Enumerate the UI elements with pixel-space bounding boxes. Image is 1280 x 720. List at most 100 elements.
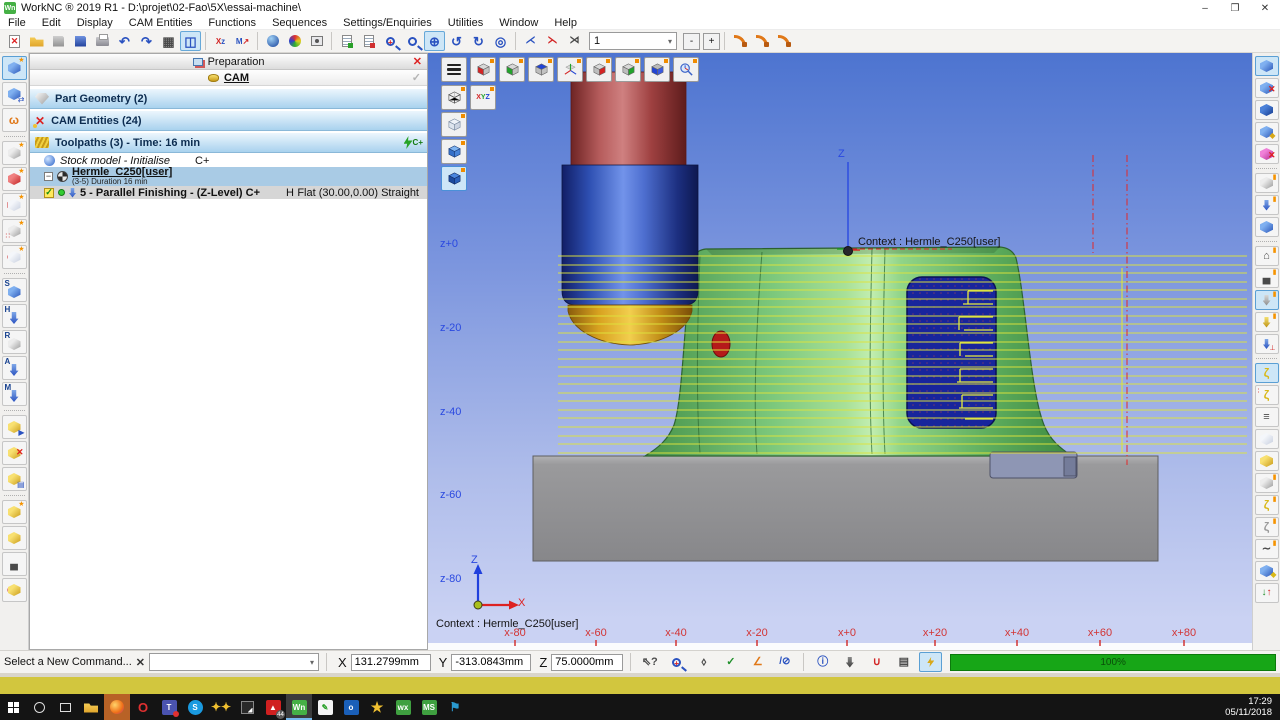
firefox-button[interactable]	[104, 694, 130, 720]
section-part-geometry[interactable]: Part Geometry (2)	[30, 88, 427, 109]
rotate-view-button[interactable]: ↺	[446, 31, 467, 51]
tab-cam[interactable]: CAM ✓	[30, 70, 427, 86]
stock-settings-button[interactable]: ◆	[1255, 122, 1279, 142]
toolpath-points-button[interactable]: ζ∶	[1255, 385, 1279, 405]
machine-arm-3-button[interactable]	[773, 31, 794, 51]
menu-file[interactable]: File	[8, 17, 26, 29]
editor-button[interactable]: ✎	[312, 694, 338, 720]
tool-on-part-button[interactable]: ▮	[1255, 195, 1279, 215]
view-iso-button[interactable]	[557, 57, 583, 82]
new-face-button[interactable]: ★	[2, 193, 27, 217]
acrobat-button[interactable]: ▲44	[260, 694, 286, 720]
viewport-3d[interactable]: XYZ Context : Hermle_C250[user] Z z+0 z-…	[428, 53, 1252, 650]
menu-help[interactable]: Help	[554, 17, 577, 29]
toolholder-display-button[interactable]: ▮	[1255, 290, 1279, 310]
new-toolpath-button[interactable]: ★	[2, 500, 27, 524]
stock-cylinder-button[interactable]: ▮	[1255, 173, 1279, 193]
compare-button[interactable]: ✓	[719, 652, 742, 672]
eraser-button[interactable]: ⬨	[692, 652, 715, 672]
menu-window[interactable]: Window	[499, 17, 538, 29]
surface-display-button[interactable]	[1255, 429, 1279, 449]
wx-app-button[interactable]: wx	[390, 694, 416, 720]
menu-cam-entities[interactable]: CAM Entities	[129, 17, 193, 29]
zoom-target-button[interactable]: +	[665, 652, 688, 672]
cam-preparation-button[interactable]: ★	[2, 56, 27, 80]
view-bottom-button[interactable]	[644, 57, 670, 82]
edit-toolpath-list-button[interactable]: ▤	[2, 467, 27, 491]
menu-settings-enquiries[interactable]: Settings/Enquiries	[343, 17, 432, 29]
shaded-view-button[interactable]	[441, 139, 467, 164]
new-stock-button[interactable]: ★	[2, 167, 27, 191]
people-button[interactable]: ✦✦	[208, 694, 234, 720]
panel-close-icon[interactable]: ✕	[413, 55, 422, 68]
view-back-button[interactable]	[586, 57, 612, 82]
toolpath-display-button[interactable]: ζ	[1255, 363, 1279, 383]
zoom-window-button[interactable]	[402, 31, 423, 51]
xyz-axes-button[interactable]: XYZ	[470, 85, 496, 110]
file-explorer-button[interactable]	[78, 694, 104, 720]
new-solid-button[interactable]: ★	[2, 141, 27, 165]
view-side-button[interactable]	[499, 57, 525, 82]
machine-arm-2-button[interactable]	[751, 31, 772, 51]
print-button[interactable]	[92, 31, 113, 51]
close-file-button[interactable]: ✕	[4, 31, 25, 51]
laptop-button[interactable]: ▄	[2, 552, 27, 576]
run-toolpath-button[interactable]: ▶	[2, 415, 27, 439]
surface-boundary-button[interactable]	[1255, 451, 1279, 471]
row-workzone[interactable]: − Hermle_C250[user] (3-5) Duration 16 mi…	[30, 167, 427, 186]
axes-machine-button[interactable]: M↗	[232, 31, 253, 51]
flag-button[interactable]: ⚑	[442, 694, 468, 720]
translucent-view-button[interactable]	[441, 112, 467, 137]
redo-button[interactable]: ↷	[136, 31, 157, 51]
view-zoom-in-button[interactable]: +	[703, 33, 720, 50]
menu-functions[interactable]: Functions	[208, 17, 256, 29]
solid-view-button[interactable]	[441, 166, 467, 191]
s-toolpath-button[interactable]: S	[2, 278, 27, 302]
snapshot-button[interactable]	[306, 31, 327, 51]
pan-view-button[interactable]: ↻	[468, 31, 489, 51]
view-front-button[interactable]	[470, 57, 496, 82]
machine-display-button[interactable]: ⌂▮	[1255, 246, 1279, 266]
view-top-button[interactable]	[528, 57, 554, 82]
taskbar-clock[interactable]: 17:29 05/11/2018	[1225, 696, 1280, 719]
row-toolpath[interactable]: ✓ 5 - Parallel Finishing - (Z-Level) C+ …	[30, 186, 427, 199]
toolpath-zone-button[interactable]	[2, 578, 27, 602]
menu-utilities[interactable]: Utilities	[448, 17, 483, 29]
favorites-button[interactable]: ★	[364, 694, 390, 720]
r-part-button[interactable]: R	[2, 330, 27, 354]
zoom-axes-button[interactable]	[673, 57, 699, 82]
task-view-button[interactable]	[52, 694, 78, 720]
stock-cube-button[interactable]	[1255, 100, 1279, 120]
center-target-button[interactable]: ⊕	[424, 31, 445, 51]
view-zoom-out-button[interactable]: -	[683, 33, 700, 50]
batch-toolpath-button[interactable]	[2, 526, 27, 550]
machine-bed-button[interactable]: ▄▮	[1255, 268, 1279, 288]
notes-button[interactable]	[234, 694, 260, 720]
menu-display[interactable]: Display	[77, 17, 113, 29]
part-display-button[interactable]	[1255, 217, 1279, 237]
section-toolpaths[interactable]: Toolpaths (3) - Time: 16 min C+	[30, 132, 427, 153]
tool-display-button[interactable]: ▮	[1255, 312, 1279, 332]
tool-axes-button[interactable]: ⊥	[1255, 334, 1279, 354]
grid-list-button[interactable]: ▤	[892, 652, 915, 672]
coord-y-input[interactable]	[451, 654, 531, 671]
coord-x-input[interactable]	[351, 654, 431, 671]
list-red-button[interactable]	[358, 31, 379, 51]
menu-sequences[interactable]: Sequences	[272, 17, 327, 29]
restore-button[interactable]: ❐	[1220, 3, 1250, 14]
surface-shaded-button[interactable]: ▮	[1255, 473, 1279, 493]
surface-uv-button[interactable]: ◆	[1255, 561, 1279, 581]
magnet-button[interactable]: ∪	[865, 652, 888, 672]
delete-stock-button[interactable]: ✕	[1255, 78, 1279, 98]
section-cam-entities[interactable]: ✕ CAM Entities (24)	[30, 110, 427, 131]
menu-edit[interactable]: Edit	[42, 17, 61, 29]
toolpath-links-button[interactable]: ↓↑	[1255, 583, 1279, 603]
toolpath-gray-button[interactable]: ζ▮	[1255, 517, 1279, 537]
a-drill-button[interactable]: A	[2, 356, 27, 380]
color-sphere-button[interactable]	[284, 31, 305, 51]
curve-points-button[interactable]: ∼▮	[1255, 539, 1279, 559]
hatch-display-button[interactable]: ≡	[1255, 407, 1279, 427]
h-drill-button[interactable]: H	[2, 304, 27, 328]
sim-mode-3-button[interactable]: ⋊	[564, 31, 585, 51]
toolpath-checkbox[interactable]: ✓	[44, 188, 54, 198]
